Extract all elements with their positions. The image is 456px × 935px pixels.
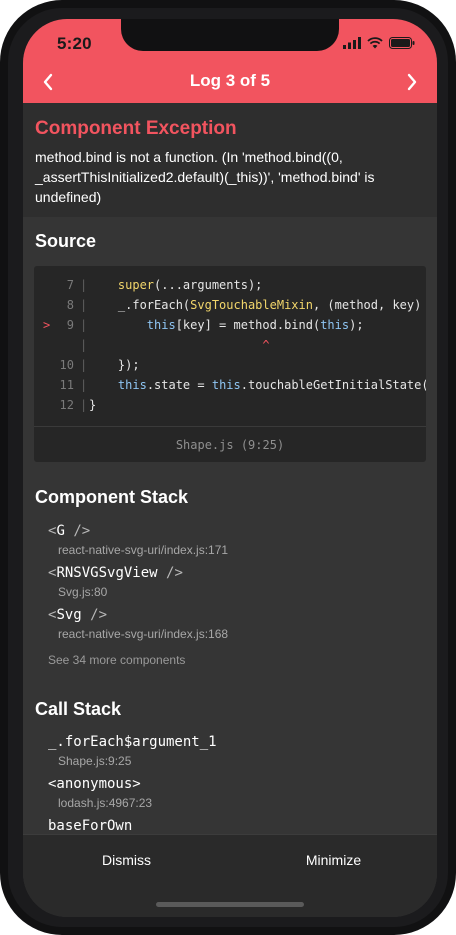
component-stack-item[interactable]: <G /> react-native-svg-uri/index.js:171	[48, 523, 228, 557]
code-line: >9 | this[key] = method.bind(this);	[34, 315, 426, 335]
code-token: }	[89, 398, 97, 412]
code-token: this	[146, 318, 176, 332]
gutter-divider: |	[80, 398, 88, 412]
exception-title: Component Exception	[35, 118, 237, 139]
code-token: _.forEach(	[89, 298, 191, 312]
code-token: });	[89, 358, 140, 372]
frame-name: baseForOwn	[48, 818, 133, 834]
component-file: Svg.js:80	[58, 585, 108, 599]
code-text: }	[89, 395, 96, 415]
gutter-divider: |	[80, 338, 88, 352]
log-header: 5:20 Log 3 of 5	[23, 19, 437, 103]
line-number: 9	[66, 318, 74, 332]
home-indicator[interactable]	[156, 902, 304, 907]
component-name: <G />	[48, 523, 91, 539]
dismiss-button[interactable]: Dismiss	[23, 835, 230, 885]
code-token: [key] = method.bind(	[175, 318, 321, 332]
code-text: this[key] = method.bind(this);	[89, 315, 364, 335]
bottom-bar: Dismiss Minimize	[23, 834, 437, 917]
line-number: 10	[59, 358, 74, 372]
wifi-icon	[367, 37, 383, 49]
gutter-divider: |	[80, 358, 88, 372]
status-icons	[343, 36, 415, 50]
call-stack-frame[interactable]: _.forEach$argument_1 Shape.js:9:25	[48, 734, 217, 768]
component-file: react-native-svg-uri/index.js:168	[58, 627, 229, 641]
code-text: _.forEach(SvgTouchableMixin, (method, ke…	[89, 295, 426, 315]
component-stack-item[interactable]: <Svg /> react-native-svg-uri/index.js:16…	[48, 607, 228, 641]
component-file: react-native-svg-uri/index.js:171	[58, 543, 229, 557]
code-token: this	[211, 378, 241, 392]
code-text: ^	[89, 335, 270, 355]
code-line: 12 |}	[34, 395, 426, 415]
component-name: <Svg />	[48, 607, 108, 623]
call-stack-frame[interactable]: baseForOwn	[48, 818, 132, 834]
frame-file: Shape.js:9:25	[58, 754, 132, 768]
frame-name: _.forEach$argument_1	[48, 734, 217, 750]
frame-file: lodash.js:4967:23	[58, 796, 153, 810]
see-more-components-link[interactable]: See 34 more components	[48, 653, 185, 667]
call-stack-frame[interactable]: <anonymous> lodash.js:4967:23	[48, 776, 152, 810]
notch	[121, 19, 339, 51]
code-token: , (method, key) => {	[312, 298, 422, 312]
exception-message: method.bind is not a function. (In 'meth…	[35, 149, 375, 205]
code-line: 10 | });	[34, 355, 426, 375]
code-text: this.state = this.touchableGetInitialSta…	[89, 375, 426, 395]
gutter-divider: |	[80, 278, 88, 292]
code-token: );	[349, 318, 364, 332]
screen: 5:20 Log 3 of 5 Component Exception meth…	[23, 19, 437, 917]
gutter-divider: |	[80, 298, 88, 312]
code-line: 11 | this.state = this.touchableGetInitia…	[34, 375, 426, 395]
component-stack-heading: Component Stack	[35, 487, 189, 507]
battery-icon	[389, 37, 415, 49]
signal-icon	[343, 37, 361, 49]
gutter-divider: |	[80, 378, 88, 392]
log-title: Log 3 of 5	[189, 71, 271, 90]
code-file-location[interactable]: Shape.js (9:25)	[34, 426, 426, 462]
code-line: 7 | super(...arguments);	[34, 275, 426, 295]
exception-block: Component Exception method.bind is not a…	[23, 103, 437, 217]
code-frame[interactable]: 7 | super(...arguments); 8 | _.forEach(SvgT…	[34, 266, 426, 462]
frame-name: <anonymous>	[48, 776, 141, 792]
status-time: 5:20	[57, 34, 92, 53]
call-stack-heading: Call Stack	[35, 699, 122, 719]
error-line-marker: >	[43, 318, 51, 332]
minimize-button[interactable]: Minimize	[230, 835, 437, 885]
code-token: SvgTouchableMixin	[190, 298, 313, 312]
code-line: | ^	[34, 335, 426, 355]
code-token: this	[320, 318, 350, 332]
component-name: <RNSVGSvgView />	[48, 565, 183, 581]
code-line: 8 | _.forEach(SvgTouchableMixin, (method,…	[34, 295, 426, 315]
code-text: super(...arguments);	[89, 275, 263, 295]
chevron-right-icon	[407, 73, 417, 91]
line-number: 7	[66, 278, 74, 292]
line-number: 8	[66, 298, 74, 312]
code-token: (...arguments);	[154, 278, 263, 292]
line-number: 11	[59, 378, 74, 392]
component-stack-item[interactable]: <RNSVGSvgView /> Svg.js:80	[48, 565, 183, 599]
code-token: ^	[262, 338, 270, 352]
code-text: });	[89, 355, 140, 375]
code-token: super	[117, 278, 155, 292]
line-number: 12	[59, 398, 74, 412]
phone-frame: 5:20 Log 3 of 5 Component Exception meth…	[0, 0, 456, 935]
gutter-divider: |	[80, 318, 88, 332]
code-token: .touchableGetInitialState();	[240, 378, 426, 392]
code-lines: 7 | super(...arguments); 8 | _.forEach(SvgT…	[34, 275, 426, 415]
source-heading: Source	[35, 231, 97, 251]
code-token: this	[117, 378, 147, 392]
next-log-button[interactable]	[397, 69, 427, 95]
code-token: .state =	[146, 378, 212, 392]
